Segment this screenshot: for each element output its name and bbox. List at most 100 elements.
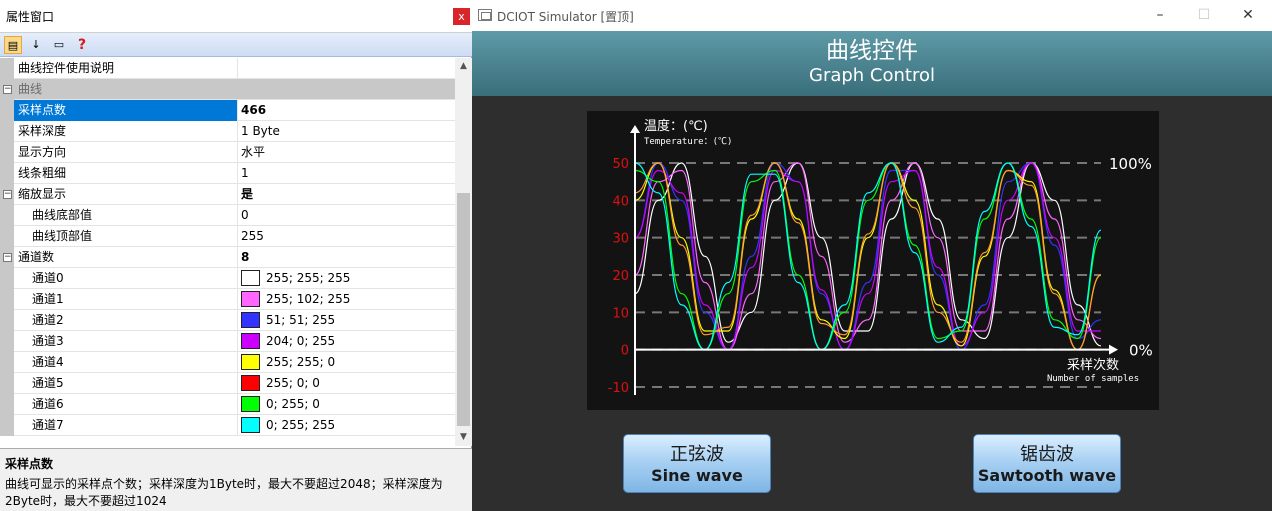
property-value[interactable]: 0; 255; 255 — [238, 415, 455, 436]
property-value[interactable]: 255 — [238, 226, 455, 247]
row-gutter: − — [0, 247, 14, 268]
row-gutter — [0, 226, 14, 247]
color-swatch[interactable] — [241, 311, 260, 328]
color-swatch[interactable] — [241, 374, 260, 391]
property-value-text: 255; 255; 255 — [266, 271, 351, 285]
property-value[interactable]: 51; 51; 255 — [238, 310, 455, 331]
maximize-icon[interactable]: ☐ — [1196, 7, 1212, 23]
y-tick-label: -10 — [608, 381, 629, 396]
collapse-icon[interactable]: − — [3, 85, 12, 94]
property-name: 通道5 — [14, 373, 238, 394]
color-swatch[interactable] — [241, 269, 260, 286]
row-gutter: − — [0, 79, 14, 100]
color-swatch[interactable] — [241, 395, 260, 412]
property-value-text: 255 — [241, 229, 264, 243]
close-icon[interactable]: ✕ — [1240, 7, 1256, 23]
property-row[interactable]: 采样点数 466 — [0, 100, 455, 121]
sine-wave-button[interactable]: 正弦波 Sine wave — [623, 434, 771, 493]
y-axis-label-en: Temperature：(℃) — [644, 136, 732, 147]
property-value[interactable]: 255; 0; 0 — [238, 373, 455, 394]
x-axis-label-cn: 采样次数 — [1067, 357, 1119, 373]
property-row[interactable]: 采样深度 1 Byte — [0, 121, 455, 142]
row-gutter — [0, 394, 14, 415]
property-row[interactable]: 显示方向 水平 — [0, 142, 455, 163]
y-tick-label: 50 — [612, 157, 629, 172]
scroll-down-icon[interactable]: ▼ — [455, 429, 472, 446]
description-panel: 采样点数 曲线可显示的采样点个数；采样深度为1Byte时，最大不要超过2048；… — [0, 448, 472, 511]
percent-min-label: 0% — [1129, 342, 1153, 360]
property-row[interactable]: 曲线控件使用说明 — [0, 58, 455, 79]
property-row[interactable]: 通道5 255; 0; 0 — [0, 373, 455, 394]
property-window-titlebar: 属性窗口 x — [0, 0, 472, 33]
collapse-icon[interactable]: − — [3, 253, 12, 262]
property-row[interactable]: 通道6 0; 255; 0 — [0, 394, 455, 415]
property-value-text: 是 — [241, 187, 254, 201]
property-name: 通道数 — [14, 247, 238, 268]
graph-chart: 50 40 30 20 10 0 -10 温度：(℃) Temperature：(℃) 采样次数N… — [608, 118, 1153, 396]
sine-wave-label-cn: 正弦波 — [670, 444, 724, 465]
row-gutter — [0, 289, 14, 310]
property-row[interactable]: − 缩放显示是 — [0, 184, 455, 205]
property-value-text: 255; 102; 255 — [266, 292, 351, 306]
row-gutter — [0, 268, 14, 289]
categorized-view-icon[interactable]: ▤ — [4, 36, 22, 54]
property-value[interactable]: 255; 255; 0 — [238, 352, 455, 373]
property-value[interactable]: 204; 0; 255 — [238, 331, 455, 352]
x-axis-arrow-icon — [1109, 344, 1118, 355]
color-swatch[interactable] — [241, 332, 260, 349]
collapse-icon[interactable]: − — [3, 190, 12, 199]
property-row[interactable]: 曲线顶部值 255 — [0, 226, 455, 247]
page-header: 曲线控件 Graph Control — [472, 31, 1272, 96]
property-row[interactable]: − 通道数 8 — [0, 247, 455, 268]
property-value[interactable]: 0; 255; 0 — [238, 394, 455, 415]
property-value-text: 204; 0; 255 — [266, 334, 336, 348]
color-swatch[interactable] — [241, 416, 260, 433]
minimize-icon[interactable]: – — [1152, 7, 1168, 23]
row-gutter — [0, 373, 14, 394]
property-value[interactable]: 8 — [238, 247, 455, 268]
y-tick-label: 0 — [621, 344, 629, 359]
property-window-title: 属性窗口 — [6, 10, 55, 24]
property-row[interactable]: 通道7 0; 255; 255 — [0, 415, 455, 436]
property-name: 线条粗细 — [14, 163, 238, 184]
property-row[interactable]: 通道4 255; 255; 0 — [0, 352, 455, 373]
property-value[interactable]: 1 — [238, 163, 455, 184]
property-value[interactable]: 1 Byte — [238, 121, 455, 142]
property-row[interactable]: 通道2 51; 51; 255 — [0, 310, 455, 331]
sawtooth-wave-button[interactable]: 锯齿波 Sawtooth wave — [973, 434, 1121, 493]
alphabetical-sort-icon[interactable]: ↓ — [27, 36, 45, 54]
color-swatch[interactable] — [241, 353, 260, 370]
property-value-text: 466 — [241, 103, 267, 117]
property-value-text: 51; 51; 255 — [266, 313, 336, 327]
property-toolbar: ▤ ↓ ▭ ? — [0, 33, 472, 57]
property-row[interactable]: 通道3 204; 0; 255 — [0, 331, 455, 352]
scrollbar-thumb[interactable] — [457, 193, 470, 426]
property-value[interactable]: 0 — [238, 205, 455, 226]
property-value[interactable] — [238, 58, 455, 79]
page-title-en: Graph Control — [809, 65, 935, 86]
color-swatch[interactable] — [241, 290, 260, 307]
row-gutter — [0, 205, 14, 226]
property-name: 通道2 — [14, 310, 238, 331]
property-row[interactable]: 通道0 255; 255; 255 — [0, 268, 455, 289]
help-icon[interactable]: ? — [73, 36, 91, 54]
property-row[interactable]: 线条粗细 1 — [0, 163, 455, 184]
vertical-scrollbar[interactable]: ▲ ▼ — [455, 58, 472, 446]
property-row[interactable]: 曲线底部值 0 — [0, 205, 455, 226]
property-value[interactable]: 255; 102; 255 — [238, 289, 455, 310]
property-name: 曲线 — [18, 82, 43, 96]
row-gutter — [0, 310, 14, 331]
property-row[interactable]: 通道1 255; 102; 255 — [0, 289, 455, 310]
property-value[interactable]: 水平 — [238, 142, 455, 163]
property-grid: 曲线控件使用说明 − 曲线 采样点数 466 采样深度 1 Byte 显示方向 水平 线条粗细 1−… — [0, 58, 455, 446]
property-category-row[interactable]: − 曲线 — [0, 79, 455, 100]
close-button[interactable]: x — [453, 8, 470, 25]
property-name: 采样点数 — [14, 100, 238, 121]
scroll-up-icon[interactable]: ▲ — [455, 58, 472, 75]
property-value[interactable]: 是 — [238, 184, 455, 205]
property-value[interactable]: 255; 255; 255 — [238, 268, 455, 289]
property-value-text: 8 — [241, 250, 250, 264]
property-value[interactable]: 466 — [238, 100, 455, 121]
graph-control: 50 40 30 20 10 0 -10 温度：(℃) Temperature：(℃) 采样次数 N… — [587, 111, 1159, 410]
property-pages-icon[interactable]: ▭ — [50, 36, 68, 54]
